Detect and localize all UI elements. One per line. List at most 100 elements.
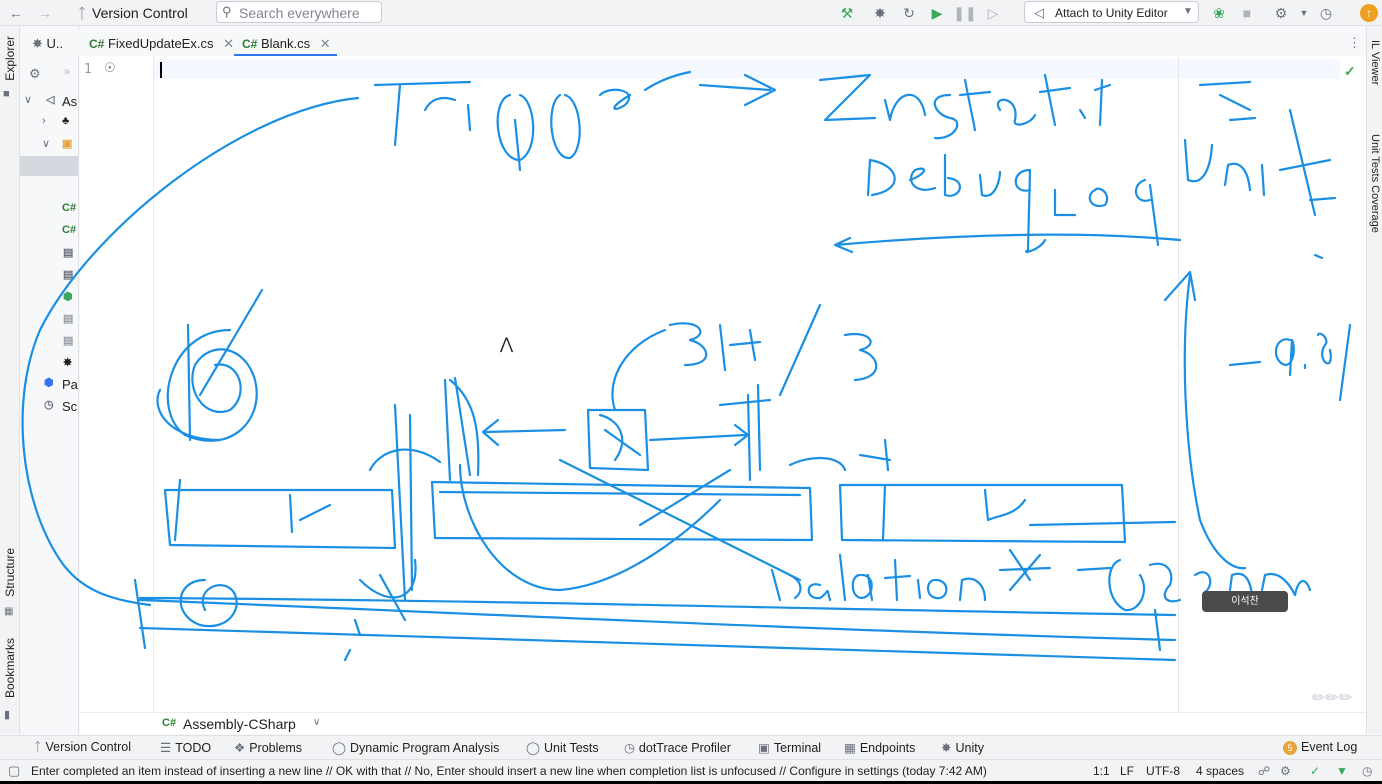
version-control-menu[interactable]: Version Control <box>92 5 188 21</box>
bookmark-icon: ▮ <box>4 709 11 721</box>
tool-tab-dynamic-analysis[interactable]: ◯ Dynamic Program Analysis <box>332 740 499 755</box>
tool-tab-unit-tests[interactable]: ◯ Unit Tests <box>526 740 599 755</box>
line-number: 1 <box>84 62 92 77</box>
tool-tab-version-control[interactable]: ᛏ Version Control <box>34 740 131 754</box>
scratches-icon: ◷ <box>44 399 54 411</box>
chevron-down-icon[interactable]: ▼ <box>1294 3 1314 23</box>
tree-item-script[interactable]: C# <box>20 221 78 243</box>
tool-tab-event-log[interactable]: 5 Event Log <box>1283 740 1357 755</box>
attach-to-unity-dropdown[interactable]: ◁ Attach to Unity Editor ▼ <box>1024 1 1199 23</box>
lightbulb-icon[interactable]: ☉ <box>104 60 116 76</box>
double-chevron-icon[interactable]: » <box>64 66 70 78</box>
unity-icon: ✸ <box>941 741 952 755</box>
search-input[interactable]: ⚲ Search everywhere <box>216 1 382 23</box>
build-hammer-icon[interactable]: ⚒ <box>837 3 857 23</box>
file-icon: ▤ <box>63 247 74 259</box>
tree-item-scripts[interactable]: ∨ ▣ <box>20 134 78 156</box>
toggle-panels-icon[interactable]: ▢ <box>8 763 20 779</box>
tree-item-file[interactable]: ▤ <box>20 309 78 331</box>
tree-item-script[interactable]: C# <box>20 199 78 221</box>
vcs-actions-icon[interactable]: ⚙ <box>1271 3 1291 23</box>
unity-icon[interactable]: ✸ <box>870 3 890 23</box>
coverage-tool-tab[interactable]: Unit Tests Coverage <box>1369 134 1381 233</box>
ok-icon[interactable]: ✓ <box>1310 764 1320 778</box>
tool-tab-terminal[interactable]: ▣ Terminal <box>758 740 821 755</box>
run-icon[interactable]: ▶ <box>927 3 947 23</box>
close-icon[interactable]: ✕ <box>223 36 234 51</box>
arrow-right-icon[interactable]: → <box>35 3 55 23</box>
unity-icon: ✸ <box>32 36 43 51</box>
tree-item-packages[interactable]: › ⬢ Pa <box>20 373 78 395</box>
il-viewer-tool-tab[interactable]: IL Viewer <box>1369 40 1381 85</box>
editor-gutter: 1 ☉ <box>80 56 154 712</box>
tool-tab-dottrace[interactable]: ◷ dotTrace Profiler <box>624 740 731 755</box>
tool-tab-problems[interactable]: ❖ Problems <box>234 740 302 755</box>
indent-setting[interactable]: 4 spaces <box>1196 764 1244 778</box>
right-margin-guide <box>1178 56 1179 712</box>
refresh-unity-icon[interactable]: ↻ <box>899 3 919 23</box>
current-line-highlight <box>154 59 1340 79</box>
structure-tool-tab[interactable]: Structure <box>3 548 17 597</box>
file-encoding[interactable]: UTF-8 <box>1146 764 1180 778</box>
bookmarks-tool-tab[interactable]: Bookmarks <box>3 638 17 698</box>
tool-tab-label: Unit Tests <box>544 741 599 755</box>
inspection-icon[interactable]: ⚙ <box>1280 764 1291 778</box>
tool-tab-endpoints[interactable]: ▦ Endpoints <box>844 740 915 755</box>
scene-icon: ♣ <box>62 115 70 127</box>
tree-item-file[interactable]: ▤ <box>20 265 78 287</box>
csharp-file-icon: C# <box>62 224 77 236</box>
tab-unity[interactable]: ✸ U.. <box>32 36 63 62</box>
main-toolbar: ← → ᛏ Version Control ⚲ Search everywher… <box>0 0 1382 26</box>
bottom-tool-tabs: ᛏ Version Control ☰ TODO ❖ Problems ◯ Dynami… <box>0 735 1382 759</box>
explorer-tool-tab[interactable]: Explorer <box>3 36 17 81</box>
package-icon: ⬢ <box>44 377 54 389</box>
presenter-name-tag: 이석찬 <box>1202 591 1288 612</box>
explorer-settings-icon[interactable]: ⚙ <box>29 66 41 82</box>
tool-tab-todo[interactable]: ☰ TODO <box>160 740 211 755</box>
tree-item-file[interactable]: ▤ <box>20 243 78 265</box>
tree-item-label: As <box>62 94 78 109</box>
tree-item-scenes[interactable]: › ♣ <box>20 112 78 134</box>
debug-bug-icon[interactable]: ❀ <box>1209 3 1229 23</box>
unity-icon: ✸ <box>63 357 73 369</box>
tree-item-scratches[interactable]: ◷ Sc <box>20 395 78 417</box>
lock-icon[interactable]: ☍ <box>1258 764 1270 778</box>
line-separator[interactable]: LF <box>1120 764 1134 778</box>
stop-icon[interactable]: ■ <box>1237 3 1257 23</box>
tree-item-unity-asset[interactable]: ✸ <box>20 353 78 375</box>
explorer-panel: ⚙ » ∨ ◁ As › ♣ ∨ ▣ C# C# ▤ ▤ ⬢ ▤ ▤ ✸ › ⬢… <box>20 26 79 734</box>
update-icon[interactable]: ↑ <box>1360 4 1378 22</box>
test-icon: ◯ <box>526 741 540 755</box>
code-editor[interactable]: 1 ☉ ✓ ⋀ ✏✏✏ <box>80 56 1366 712</box>
chevron-down-icon[interactable]: ∨ <box>313 717 320 728</box>
tab-label: Blank.cs <box>260 36 311 51</box>
chevron-right-icon: › <box>42 115 46 127</box>
terminal-icon: ▣ <box>758 741 770 755</box>
unity-assets-icon: ◁ <box>46 94 55 106</box>
file-icon: ▤ <box>63 313 74 325</box>
tree-item-prefab[interactable]: ⬢ <box>20 287 78 309</box>
attach-label: Attach to Unity Editor <box>1055 6 1168 20</box>
status-message[interactable]: Enter completed an item instead of inser… <box>31 764 987 778</box>
close-icon[interactable]: ✕ <box>320 36 331 51</box>
caret-position[interactable]: 1:1 <box>1093 764 1110 778</box>
vcs-green-icon[interactable]: ▼ <box>1336 764 1348 778</box>
more-vertical-icon[interactable]: ⋮ <box>1348 35 1361 51</box>
selected-tree-row[interactable] <box>20 156 78 176</box>
pause-icon[interactable]: ❚❚ <box>953 3 976 23</box>
tree-item-assets[interactable]: ∨ ◁ As <box>20 90 78 112</box>
breadcrumb-item[interactable]: Assembly-CSharp <box>183 716 296 732</box>
history-icon[interactable]: ◷ <box>1316 3 1336 23</box>
branch-icon: ᛏ <box>34 740 42 754</box>
editor-tab-bar: ✸ U.. C# FixedUpdateEx.cs ✕ C# Blank.cs … <box>20 30 1365 56</box>
step-icon[interactable]: ▷ <box>983 3 1003 23</box>
list-icon: ☰ <box>160 741 172 755</box>
tool-tab-label: dotTrace Profiler <box>638 741 731 755</box>
tool-tab-label: Endpoints <box>859 741 916 755</box>
tree-item-file[interactable]: ▤ <box>20 331 78 353</box>
tool-tab-unity[interactable]: ✸ Unity <box>941 740 984 755</box>
file-icon: ▤ <box>63 335 74 347</box>
arrow-left-icon[interactable]: ← <box>6 3 26 23</box>
history-icon[interactable]: ◷ <box>1362 764 1372 778</box>
search-icon: ⚲ <box>222 4 232 19</box>
